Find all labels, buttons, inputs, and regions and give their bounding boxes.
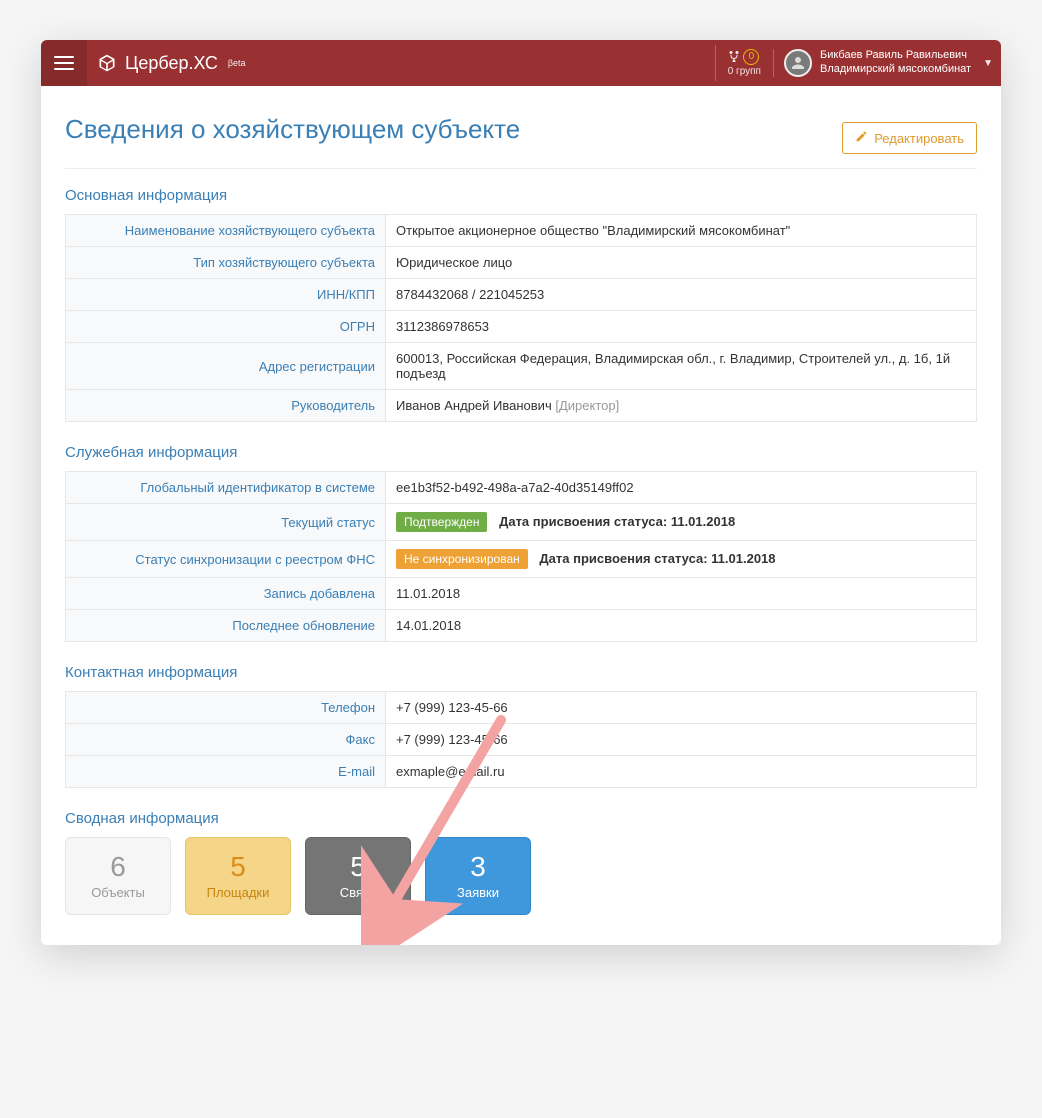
groups-label: 0 групп — [728, 66, 761, 77]
table-row: Статус синхронизации с реестром ФНС Не с… — [66, 541, 977, 578]
cube-icon — [97, 53, 117, 73]
table-row: Тип хозяйствующего субъекта Юридическое … — [66, 247, 977, 279]
value-added: 11.01.2018 — [386, 578, 977, 610]
status-badge: Подтвержден — [396, 512, 487, 532]
label-inn: ИНН/КПП — [66, 279, 386, 311]
tile-sites[interactable]: 5 Площадки — [185, 837, 291, 915]
section-contact: Контактная информация — [65, 664, 977, 681]
label-addr: Адрес регистрации — [66, 343, 386, 390]
basic-table: Наименование хозяйствующего субъекта Отк… — [65, 214, 977, 422]
page-title: Сведения о хозяйствующем субъекте — [65, 114, 842, 145]
value-name: Открытое акционерное общество "Владимирс… — [386, 215, 977, 247]
summary-tiles: 6 Объекты 5 Площадки 5 Связи 3 Заявки — [65, 837, 977, 915]
edit-button[interactable]: Редактировать — [842, 122, 977, 154]
table-row: E-mail exmaple@email.ru — [66, 756, 977, 788]
user-text: Бикбаев Равиль Равильевич Владимирский м… — [820, 49, 971, 77]
table-row: Наименование хозяйствующего субъекта Отк… — [66, 215, 977, 247]
table-row: ИНН/КПП 8784432068 / 221045253 — [66, 279, 977, 311]
table-row: Глобальный идентификатор в системе ee1b3… — [66, 472, 977, 504]
tile-requests[interactable]: 3 Заявки — [425, 837, 531, 915]
app-window: Цербер.ХС βeta 0 0 групп Бикбаев Равиль … — [41, 40, 1001, 945]
pencil-icon — [855, 130, 868, 146]
value-ogrn: 3112386978653 — [386, 311, 977, 343]
table-row: Запись добавлена 11.01.2018 — [66, 578, 977, 610]
label-name: Наименование хозяйствующего субъекта — [66, 215, 386, 247]
label-updated: Последнее обновление — [66, 610, 386, 642]
groups-count: 0 — [743, 49, 759, 65]
table-row: Факс +7 (999) 123-45-66 — [66, 724, 977, 756]
tile-number: 6 — [110, 853, 126, 881]
label-fax: Факс — [66, 724, 386, 756]
value-status: Подтвержден Дата присвоения статуса: 11.… — [386, 504, 977, 541]
tile-label: Связи — [340, 885, 376, 900]
label-phone: Телефон — [66, 692, 386, 724]
table-row: Телефон +7 (999) 123-45-66 — [66, 692, 977, 724]
value-sync: Не синхронизирован Дата присвоения стату… — [386, 541, 977, 578]
chevron-down-icon: ▼ — [983, 58, 993, 69]
edit-button-label: Редактировать — [874, 131, 964, 146]
label-email: E-mail — [66, 756, 386, 788]
fork-icon — [729, 50, 739, 65]
hamburger-icon — [54, 56, 74, 70]
section-basic: Основная информация — [65, 187, 977, 204]
value-email: exmaple@email.ru — [386, 756, 977, 788]
section-summary: Сводная информация — [65, 810, 977, 827]
label-guid: Глобальный идентификатор в системе — [66, 472, 386, 504]
value-updated: 14.01.2018 — [386, 610, 977, 642]
label-sync: Статус синхронизации с реестром ФНС — [66, 541, 386, 578]
value-phone: +7 (999) 123-45-66 — [386, 692, 977, 724]
groups-indicator[interactable]: 0 0 групп — [715, 45, 773, 81]
table-row: ОГРН 3112386978653 — [66, 311, 977, 343]
tile-links[interactable]: 5 Связи — [305, 837, 411, 915]
value-fax: +7 (999) 123-45-66 — [386, 724, 977, 756]
divider — [65, 168, 977, 169]
tile-number: 5 — [350, 853, 366, 881]
tile-number: 5 — [230, 853, 246, 881]
table-row: Адрес регистрации 600013, Российская Фед… — [66, 343, 977, 390]
table-row: Последнее обновление 14.01.2018 — [66, 610, 977, 642]
service-table: Глобальный идентификатор в системе ee1b3… — [65, 471, 977, 642]
user-org: Владимирский мясокомбинат — [820, 63, 971, 77]
menu-button[interactable] — [41, 40, 87, 86]
label-type: Тип хозяйствующего субъекта — [66, 247, 386, 279]
contact-table: Телефон +7 (999) 123-45-66 Факс +7 (999)… — [65, 691, 977, 788]
value-head: Иванов Андрей Иванович [Директор] — [386, 390, 977, 422]
table-row: Текущий статус Подтвержден Дата присвоен… — [66, 504, 977, 541]
value-type: Юридическое лицо — [386, 247, 977, 279]
brand-text: Цербер.ХС — [125, 53, 218, 74]
label-head: Руководитель — [66, 390, 386, 422]
value-guid: ee1b3f52-b492-498a-a7a2-40d35149ff02 — [386, 472, 977, 504]
value-inn: 8784432068 / 221045253 — [386, 279, 977, 311]
brand[interactable]: Цербер.ХС βeta — [87, 53, 256, 74]
avatar — [784, 49, 812, 77]
user-name: Бикбаев Равиль Равильевич — [820, 49, 971, 63]
tile-label: Заявки — [457, 885, 499, 900]
tile-number: 3 — [470, 853, 486, 881]
label-status: Текущий статус — [66, 504, 386, 541]
tile-objects[interactable]: 6 Объекты — [65, 837, 171, 915]
content: Сведения о хозяйствующем субъекте Редакт… — [41, 86, 1001, 945]
user-menu[interactable]: Бикбаев Равиль Равильевич Владимирский м… — [773, 49, 1001, 77]
section-service: Служебная информация — [65, 444, 977, 461]
sync-badge: Не синхронизирован — [396, 549, 528, 569]
tile-label: Объекты — [91, 885, 145, 900]
tile-label: Площадки — [207, 885, 270, 900]
table-row: Руководитель Иванов Андрей Иванович [Дир… — [66, 390, 977, 422]
label-ogrn: ОГРН — [66, 311, 386, 343]
topbar: Цербер.ХС βeta 0 0 групп Бикбаев Равиль … — [41, 40, 1001, 86]
value-addr: 600013, Российская Федерация, Владимирск… — [386, 343, 977, 390]
label-added: Запись добавлена — [66, 578, 386, 610]
brand-beta: βeta — [228, 58, 246, 68]
